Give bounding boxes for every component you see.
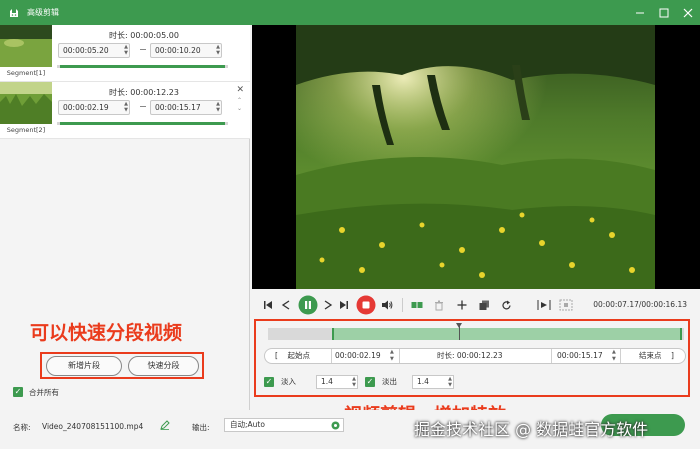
segment-end-field[interactable]: 00:00:15.17 ▲ ▼: [150, 100, 222, 115]
skip-to-end-icon[interactable]: [338, 298, 350, 312]
preview-segment-icon[interactable]: [558, 298, 574, 312]
range-separator: [140, 106, 146, 107]
reorder-icons[interactable]: ⌃ ⌄: [237, 97, 242, 113]
segment-thumbnail: [0, 25, 52, 67]
split-icon[interactable]: [410, 298, 424, 312]
quick-split-button[interactable]: 快速分段: [128, 356, 199, 376]
window-title: 高级剪辑: [27, 8, 59, 17]
name-label: 名称:: [13, 423, 31, 432]
maximize-icon[interactable]: [652, 0, 676, 25]
annotation-left: 可以快速分段视频: [30, 322, 183, 344]
segment-start-field[interactable]: 00:00:05.20 ▲ ▼: [58, 43, 130, 58]
file-name: Video_240708151100.mp4: [42, 422, 144, 431]
merge-all-checkbox[interactable]: ✓: [13, 387, 23, 397]
segment-duration: 时长: 00:00:05.00: [109, 31, 179, 40]
segment-end-field[interactable]: 00:00:10.20 ▲ ▼: [150, 43, 222, 58]
segment-progress-bar: [57, 65, 228, 68]
segment-item[interactable]: Segment[1] 时长: 00:00:05.00 00:00:05.20 ▲ ▼…: [0, 25, 250, 82]
title-bar: 高级剪辑: [0, 0, 700, 25]
segment-panel: Segment[1] 时长: 00:00:05.00 00:00:05.20 ▲ ▼…: [0, 25, 250, 410]
segment-item[interactable]: Segment[2] 时长: 00:00:12.23 00:00:02.19 ▲ ▼…: [0, 82, 250, 139]
settings-icon: [331, 421, 340, 430]
watermark-text: 掘金技术社区 @ 数据蛙官方软件: [414, 420, 649, 439]
next-frame-icon[interactable]: [322, 298, 334, 312]
segment-progress-bar: [57, 122, 228, 125]
delete-segment-icon[interactable]: ✕: [236, 85, 244, 95]
copy-icon[interactable]: [477, 298, 491, 312]
stop-button[interactable]: [356, 295, 376, 315]
range-separator: [140, 49, 146, 50]
previous-frame-icon[interactable]: [280, 298, 292, 312]
annotation-box: [254, 319, 690, 397]
skip-to-start-icon[interactable]: [262, 298, 274, 312]
delete-icon[interactable]: [432, 298, 446, 312]
output-label: 输出:: [192, 423, 210, 432]
close-icon[interactable]: [676, 0, 700, 25]
edit-name-icon[interactable]: [160, 420, 170, 432]
segment-start-field[interactable]: 00:00:02.19 ▲ ▼: [58, 100, 130, 115]
segment-label: Segment[1]: [6, 69, 46, 77]
video-preview[interactable]: [252, 25, 700, 289]
app-logo-icon: [7, 6, 21, 20]
playback-time: 00:00:07.17/00:00:16.13: [593, 300, 687, 309]
playback-controls: 00:00:07.17/00:00:16.13: [252, 290, 700, 320]
volume-icon[interactable]: [380, 298, 394, 312]
output-select[interactable]: 自动;Auto: [224, 418, 344, 432]
play-segment-icon[interactable]: [536, 298, 552, 312]
pause-button[interactable]: [298, 295, 318, 315]
new-segment-button[interactable]: 新增片段: [46, 356, 122, 376]
merge-all-label: 合并所有: [29, 388, 59, 397]
minimize-icon[interactable]: [628, 0, 652, 25]
add-icon[interactable]: [455, 298, 469, 312]
segment-label: Segment[2]: [6, 126, 46, 134]
segment-duration: 时长: 00:00:12.23: [109, 88, 179, 97]
reset-icon[interactable]: [499, 298, 513, 312]
segment-thumbnail: [0, 82, 52, 124]
